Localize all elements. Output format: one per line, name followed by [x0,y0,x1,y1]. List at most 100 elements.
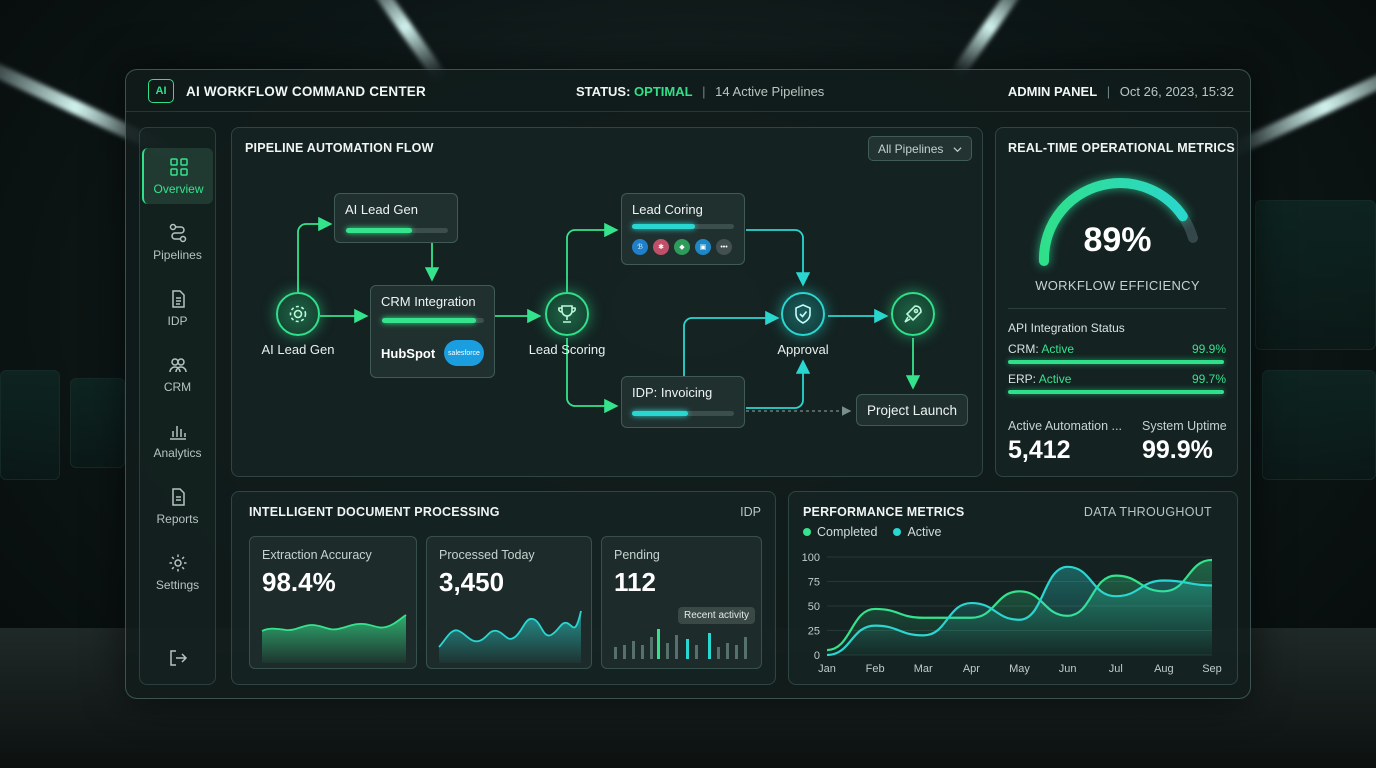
top-bar: AI AI WORKFLOW COMMAND CENTER STATUS: OP… [126,70,1250,112]
kpi-value: 112 [614,567,656,597]
document-icon [171,289,185,308]
sidebar-item-overview[interactable]: Overview [142,148,213,204]
api-status-erp: ERP: Active 99.7% [1008,372,1226,386]
api-status-crm: CRM: Active 99.9% [1008,342,1226,356]
sidebar-item-crm[interactable]: CRM [142,346,213,402]
kpi-label: Extraction Accuracy [262,548,372,562]
sidebar-item-settings[interactable]: Settings [142,544,213,600]
sidebar-item-label: Reports [156,511,199,526]
card-idp-invoicing[interactable]: IDP: Invoicing [621,376,745,428]
integration-icon: ◆ [674,239,690,255]
kpi-pending[interactable]: Pending 112 Recent activity [601,536,762,669]
progress-fill [382,318,476,323]
y-tick-label: 75 [808,577,820,589]
x-tick-label: May [1009,663,1030,675]
node-project-launch[interactable] [891,292,935,336]
report-icon [171,487,185,506]
sidebar-item-idp[interactable]: IDP [142,280,213,336]
sparkline-area [438,610,582,663]
logout-icon[interactable] [168,648,188,668]
users-icon [168,357,187,372]
y-tick-label: 100 [802,552,820,564]
sidebar-item-analytics[interactable]: Analytics [142,412,213,468]
card-project-launch[interactable]: Project Launch [856,394,968,426]
node-approval[interactable] [781,292,825,336]
api-status-title: API Integration Status [1008,321,1125,335]
card-ai-lead-gen[interactable]: AI Lead Gen [334,193,458,243]
card-title: Lead Coring [632,202,703,217]
x-tick-label: Mar [914,663,933,675]
trophy-icon [558,305,576,323]
performance-line-chart: 0 25 50 75 100 Jan Feb Mar Apr May Jun Jul Aug Sep [802,552,1222,675]
gear-icon [289,305,307,323]
status-indicator: STATUS: OPTIMAL | 14 Active Pipelines [576,84,824,99]
node-label: Lead Scoring [528,342,606,357]
sidebar: Overview Pipelines IDP CRM Analytics Rep… [139,127,216,685]
admin-panel-link[interactable]: ADMIN PANEL [1008,84,1097,99]
kpi-label: Pending [614,548,660,562]
api-status-bar [1008,390,1224,394]
metrics-panel: REAL-TIME OPERATIONAL METRICS 89% WORKFL… [995,127,1238,477]
integration-icon: ℬ [632,239,648,255]
sidebar-item-label: Overview [153,181,204,196]
sidebar-item-label: Settings [155,577,200,592]
api-name: ERP: [1008,372,1037,386]
background-monitor [1255,200,1376,350]
sidebar-item-label: IDP [167,313,188,328]
card-crm-integration[interactable]: CRM Integration HubSpot salesforce [370,285,495,378]
sidebar-item-pipelines[interactable]: Pipelines [142,214,213,270]
stat-value: 5,412 [1008,436,1071,464]
efficiency-label: WORKFLOW EFFICIENCY [1035,278,1200,293]
performance-panel: PERFORMANCE METRICS DATA THROUGHOUT Comp… [788,491,1238,685]
background-monitor [1262,370,1376,480]
sparkline-area [261,614,407,663]
app-title: AI WORKFLOW COMMAND CENTER [186,84,426,99]
y-tick-label: 25 [808,626,820,638]
y-tick-label: 0 [814,650,820,662]
rocket-icon [904,305,922,323]
node-label: AI Lead Gen [261,342,335,357]
card-lead-coring[interactable]: Lead Coring ℬ ✱ ◆ ▣ ••• [621,193,745,265]
sidebar-item-reports[interactable]: Reports [142,478,213,534]
grid-icon [169,157,188,176]
x-tick-label: Jan [818,663,836,675]
api-uptime: 99.7% [1191,372,1226,386]
sidebar-item-label: Analytics [153,445,202,460]
admin-info: ADMIN PANEL | Oct 26, 2023, 15:32 [1008,84,1234,99]
progress-fill [346,228,413,233]
pipeline-icon [169,223,186,242]
shield-check-icon [795,304,811,324]
stat-label: Active Automation ... [1008,419,1122,433]
node-label: Approval [777,342,829,357]
background-monitor [0,370,60,480]
dashboard-window: AI AI WORKFLOW COMMAND CENTER STATUS: OP… [125,69,1251,699]
sidebar-item-label: CRM [163,379,192,394]
background-monitor [70,378,125,468]
bar-chart-icon [169,425,186,440]
progress-bar [632,411,734,416]
hubspot-logo: HubSpot [381,346,436,361]
datetime: Oct 26, 2023, 15:32 [1119,84,1234,99]
kpi-processed-today[interactable]: Processed Today 3,450 [426,536,592,669]
status-value: OPTIMAL [634,84,693,99]
efficiency-value: 89% [1083,221,1152,259]
card-title: Project Launch [867,403,958,418]
node-lead-scoring[interactable] [545,292,589,336]
kpi-value: 3,450 [439,567,505,597]
active-pipelines-count: 14 Active Pipelines [715,84,825,99]
salesforce-logo: salesforce [444,340,484,366]
api-status-bar [1008,360,1224,364]
card-title: AI Lead Gen [345,202,418,217]
x-tick-label: Jun [1059,663,1077,675]
recent-activity-tooltip: Recent activity [678,607,756,624]
card-title: IDP: Invoicing [632,385,713,400]
integration-icon: ✱ [653,239,669,255]
node-ai-lead-gen[interactable] [276,292,320,336]
y-tick-label: 50 [808,601,820,613]
kpi-extraction-accuracy[interactable]: Extraction Accuracy 98.4% [249,536,417,669]
divider: | [702,84,706,99]
more-icon[interactable]: ••• [716,239,732,255]
integration-icon: ▣ [695,239,711,255]
divider: | [1106,84,1111,99]
api-uptime: 99.9% [1191,342,1226,356]
